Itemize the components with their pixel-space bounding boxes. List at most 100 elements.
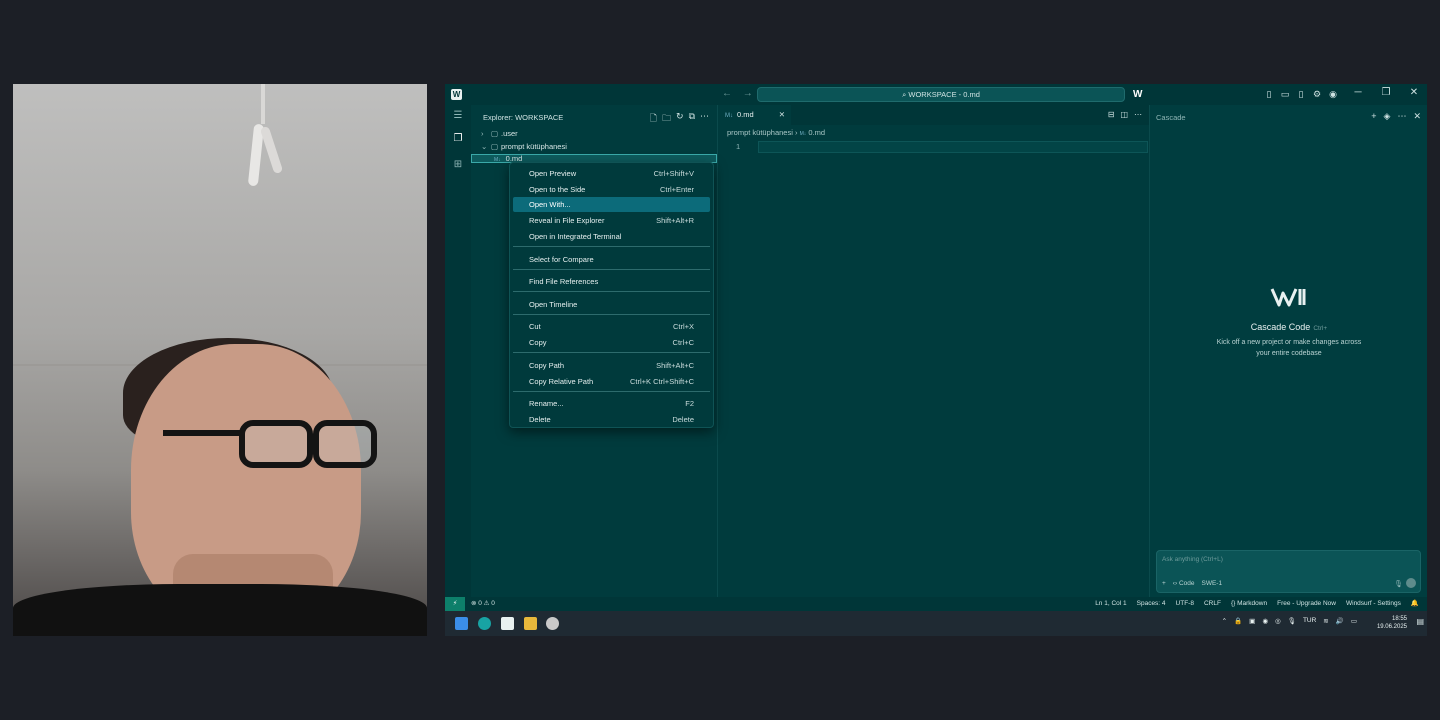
menu-item-shortcut: Ctrl+Enter <box>660 185 694 194</box>
wifi-icon[interactable]: ≋ <box>1323 617 1328 625</box>
status-bar: ⚡ ⊗ 0 ⚠ 0 Ln 1, Col 1 Spaces: 4 UTF-8 CR… <box>445 597 1427 611</box>
windsurf-taskbar-icon[interactable] <box>501 617 514 630</box>
markdown-file-icon: M↓ <box>799 131 807 137</box>
windsurf-logo-icon <box>1270 288 1306 307</box>
chrome-icon[interactable]: ◉ <box>1262 617 1268 625</box>
plan-status[interactable]: Free - Upgrade Now <box>1277 597 1336 611</box>
menu-item-open-timeline[interactable]: Open Timeline <box>513 297 710 312</box>
battery-icon[interactable]: ▭ <box>1351 617 1357 625</box>
code-icon: ‹› <box>1172 580 1178 587</box>
open-preview-icon[interactable]: ⊟ <box>1108 110 1115 119</box>
minimize-icon[interactable]: ─ <box>1351 87 1365 98</box>
mic-tray-icon[interactable]: 🎙 <box>1288 617 1296 625</box>
menu-item-label: Rename... <box>529 399 564 408</box>
more-actions-icon[interactable]: ⋯ <box>700 111 709 127</box>
settings-status[interactable]: Windsurf - Settings <box>1346 597 1401 611</box>
menu-item-open-terminal[interactable]: Open in Integrated Terminal <box>513 229 710 244</box>
mode-label: Code <box>1178 580 1195 587</box>
windsurf-logo-icon[interactable]: W <box>1133 89 1145 100</box>
refresh-icon[interactable]: ↻ <box>676 111 684 127</box>
clock[interactable]: 18:55 19.06.2025 <box>1377 615 1407 631</box>
menu-item-select-compare[interactable]: Select for Compare <box>513 252 710 267</box>
more-actions-icon[interactable]: ⋯ <box>1134 110 1142 119</box>
edge-browser-icon[interactable] <box>478 617 491 630</box>
editor-area: M↓ 0.md ✕ ⊟ ◫ ⋯ prompt kütüphanesi › M↓ 0… <box>717 105 1150 597</box>
tab-file[interactable]: M↓ 0.md ✕ <box>718 105 791 125</box>
breadcrumb-file[interactable]: 0.md <box>808 128 825 137</box>
menu-item-label: Open Timeline <box>529 300 578 309</box>
tray-overflow-icon[interactable]: ⌃ <box>1222 617 1227 625</box>
chat-input-box[interactable]: Ask anything (Ctrl+L) + ‹› Code SWE-1 🎙 <box>1156 550 1421 593</box>
microphone-icon[interactable]: 🎙 <box>1394 580 1403 588</box>
menu-item-label: Copy <box>529 338 547 347</box>
breadcrumb-separator: › <box>794 128 798 137</box>
menu-item-copy-path[interactable]: Copy Path Shift+Alt+C <box>513 358 710 373</box>
cube-icon[interactable]: ◈ <box>1384 111 1391 122</box>
close-window-icon[interactable]: ✕ <box>1407 87 1421 98</box>
more-actions-icon[interactable]: ⋯ <box>1397 111 1406 122</box>
encoding[interactable]: UTF-8 <box>1176 597 1194 611</box>
cascade-description: Kick off a new project or make changes a… <box>1216 339 1362 357</box>
notification-center-icon[interactable]: ▤ <box>1416 617 1424 626</box>
settings-gear-icon[interactable]: ⚙ <box>1311 88 1323 100</box>
lock-icon[interactable]: 🔒 <box>1234 617 1242 625</box>
menu-item-copy[interactable]: Copy Ctrl+C <box>513 335 710 350</box>
menu-item-copy-relative-path[interactable]: Copy Relative Path Ctrl+K Ctrl+Shift+C <box>513 374 710 389</box>
mode-selector[interactable]: ‹› Code <box>1173 580 1195 587</box>
send-button[interactable] <box>1406 578 1416 588</box>
menu-item-cut[interactable]: Cut Ctrl+X <box>513 319 710 334</box>
language-mode[interactable]: {} Markdown <box>1231 597 1267 611</box>
editor-line[interactable]: 1 <box>718 141 1150 153</box>
indentation[interactable]: Spaces: 4 <box>1137 597 1166 611</box>
clock-time: 18:55 <box>1391 616 1407 622</box>
new-chat-icon[interactable]: + <box>1371 111 1376 122</box>
remote-indicator-icon[interactable]: ⚡ <box>445 597 465 611</box>
collapse-all-icon[interactable]: ⧉ <box>689 111 695 127</box>
cascade-panel: Cascade + ◈ ⋯ ✕ Cascade Code Ctrl+ Kick o… <box>1149 105 1427 597</box>
tree-item-user[interactable]: › ▢ .user <box>481 128 518 140</box>
add-context-button[interactable]: + <box>1162 580 1166 587</box>
forward-arrow-icon[interactable]: → <box>743 88 753 99</box>
split-editor-icon[interactable]: ◫ <box>1120 110 1128 119</box>
back-arrow-icon[interactable]: ← <box>722 88 732 99</box>
input-language[interactable]: TUR <box>1303 617 1316 625</box>
close-tab-icon[interactable]: ✕ <box>779 105 785 125</box>
menu-item-open-with[interactable]: Open With... <box>513 197 710 212</box>
breadcrumb-folder[interactable]: prompt kütüphanesi <box>727 128 793 137</box>
end-of-line[interactable]: CRLF <box>1204 597 1221 611</box>
menu-item-open-preview[interactable]: Open Preview Ctrl+Shift+V <box>513 166 710 181</box>
tree-item-prompt-library[interactable]: ⌄ ▢ prompt kütüphanesi <box>481 141 567 153</box>
person-shirt <box>13 584 427 636</box>
windows-start-icon[interactable] <box>455 617 468 630</box>
explorer-files-icon[interactable]: ❐ <box>452 133 464 145</box>
cascade-title: Cascade Code <box>1250 322 1311 332</box>
notifications-bell-icon[interactable]: 🔔 <box>1411 597 1419 611</box>
volume-icon[interactable]: 🔊 <box>1336 617 1344 625</box>
new-file-icon[interactable]: 🗋 <box>650 111 657 127</box>
red-app-icon[interactable]: ◎ <box>1275 617 1281 625</box>
file-explorer-icon[interactable] <box>524 617 537 630</box>
clock-date: 19.06.2025 <box>1376 624 1407 630</box>
command-search-box[interactable]: ⌕ WORKSPACE - 0.md <box>757 87 1125 102</box>
account-icon[interactable]: ◉ <box>1327 88 1339 100</box>
menu-item-find-references[interactable]: Find File References <box>513 274 710 289</box>
toggle-panel-icon[interactable]: ▭ <box>1279 88 1291 100</box>
toggle-sidebar-icon[interactable]: ▯ <box>1263 88 1275 100</box>
menu-item-rename[interactable]: Rename... F2 <box>513 396 710 411</box>
close-panel-icon[interactable]: ✕ <box>1413 111 1421 122</box>
new-folder-icon[interactable]: 🗀 <box>662 111 671 127</box>
menu-item-delete[interactable]: Delete Delete <box>513 412 710 427</box>
menu-item-reveal-in-explorer[interactable]: Reveal in File Explorer Shift+Alt+R <box>513 213 710 228</box>
obs-icon[interactable] <box>546 617 559 630</box>
tray-app-icon[interactable]: ▣ <box>1249 617 1255 625</box>
restore-icon[interactable]: ❐ <box>1379 87 1393 98</box>
cursor-position[interactable]: Ln 1, Col 1 <box>1095 597 1126 611</box>
menu-icon[interactable]: ☰ <box>452 110 464 122</box>
editor-actions: ⊟ ◫ ⋯ <box>1108 110 1142 119</box>
menu-item-open-to-side[interactable]: Open to the Side Ctrl+Enter <box>513 182 710 197</box>
toggle-secondary-sidebar-icon[interactable]: ▯ <box>1295 88 1307 100</box>
problems-indicator[interactable]: ⊗ 0 ⚠ 0 <box>471 597 495 611</box>
extensions-icon[interactable]: ⊞ <box>452 159 464 171</box>
menu-item-label: Delete <box>529 415 551 424</box>
model-selector[interactable]: SWE-1 <box>1202 580 1223 587</box>
